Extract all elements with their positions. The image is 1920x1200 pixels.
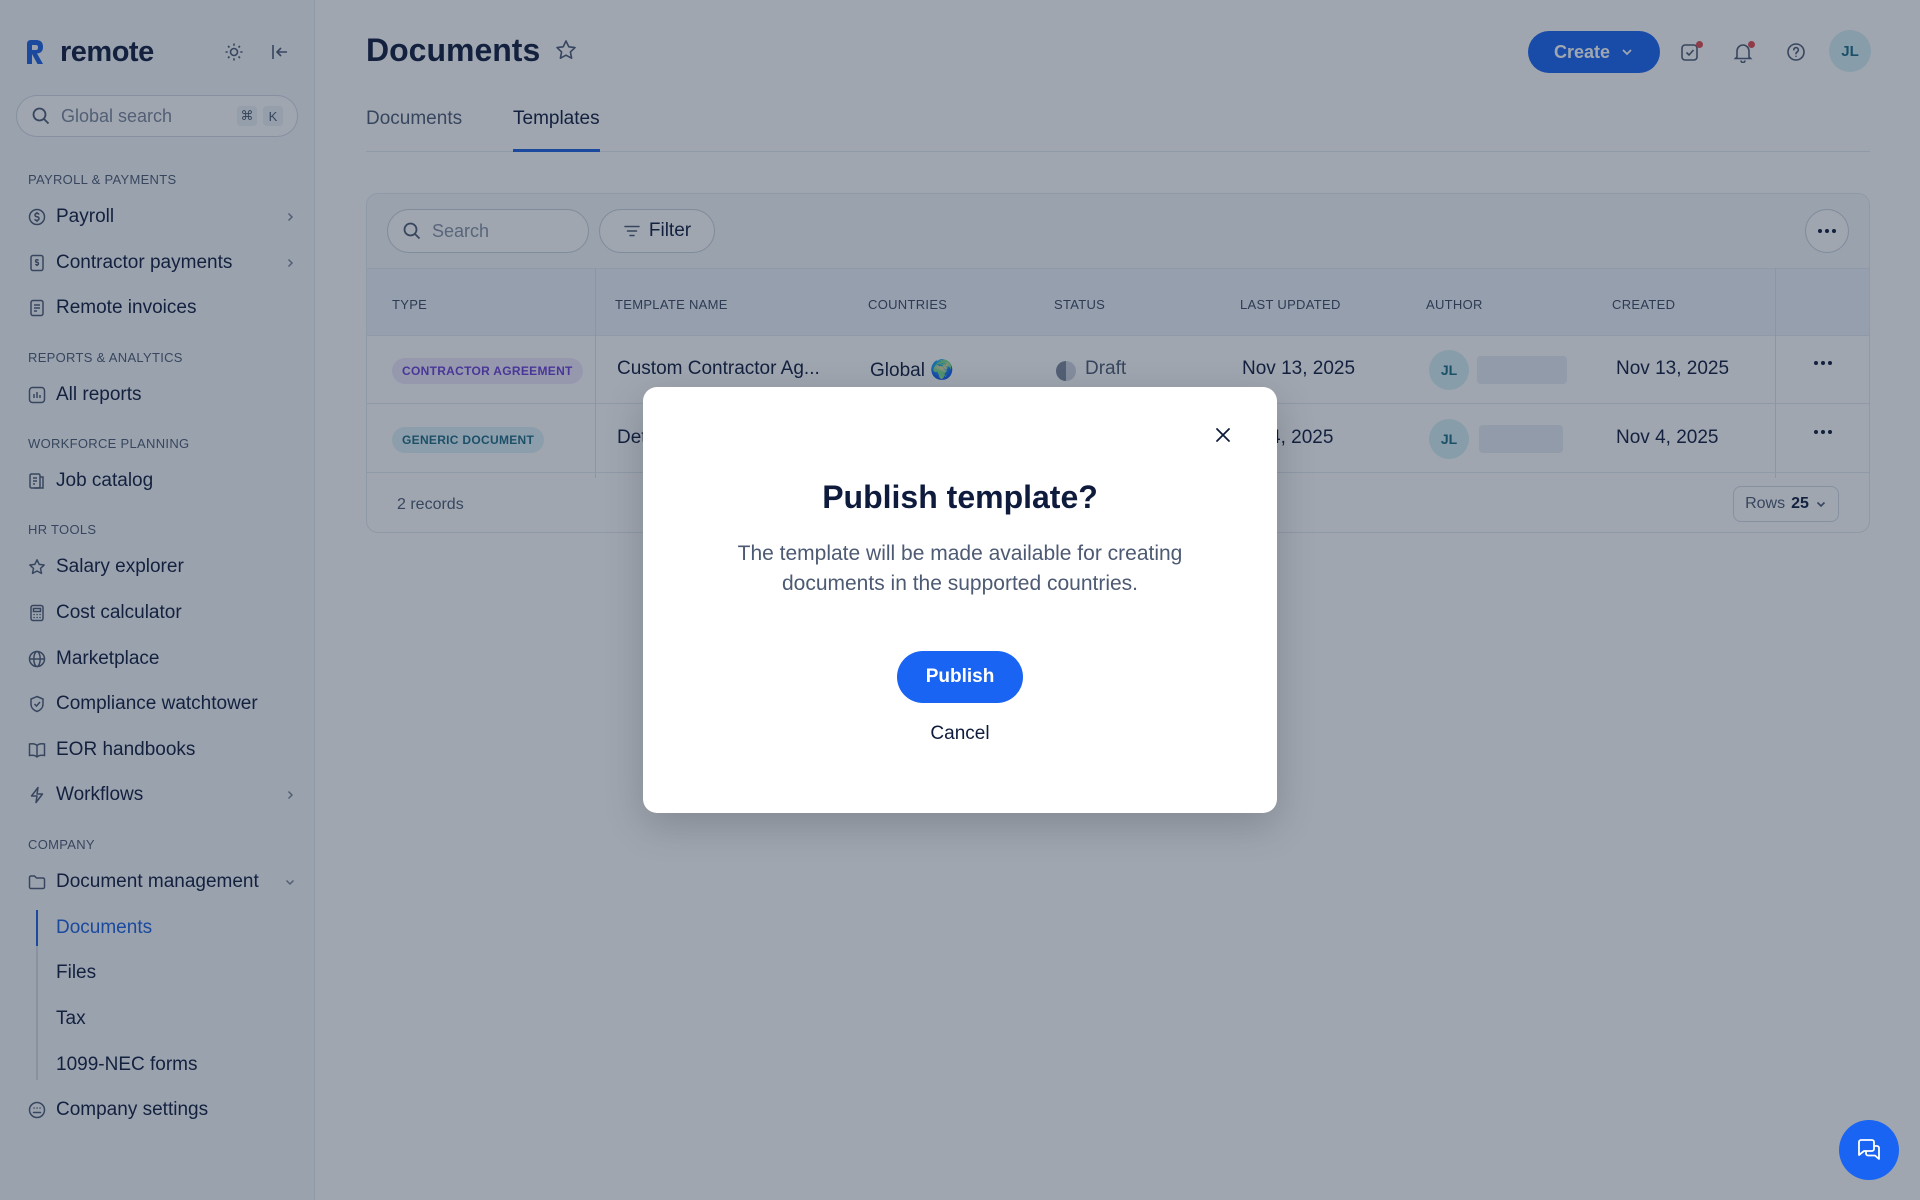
chat-support-button[interactable] xyxy=(1839,1120,1899,1180)
publish-button[interactable]: Publish xyxy=(897,651,1023,703)
cancel-button[interactable]: Cancel xyxy=(643,723,1277,745)
publish-template-modal: Publish template? The template will be m… xyxy=(643,387,1277,813)
close-icon[interactable] xyxy=(1209,421,1237,449)
modal-description: The template will be made available for … xyxy=(737,542,1183,595)
chat-icon xyxy=(1858,1139,1880,1160)
modal-title: Publish template? xyxy=(822,479,1098,515)
